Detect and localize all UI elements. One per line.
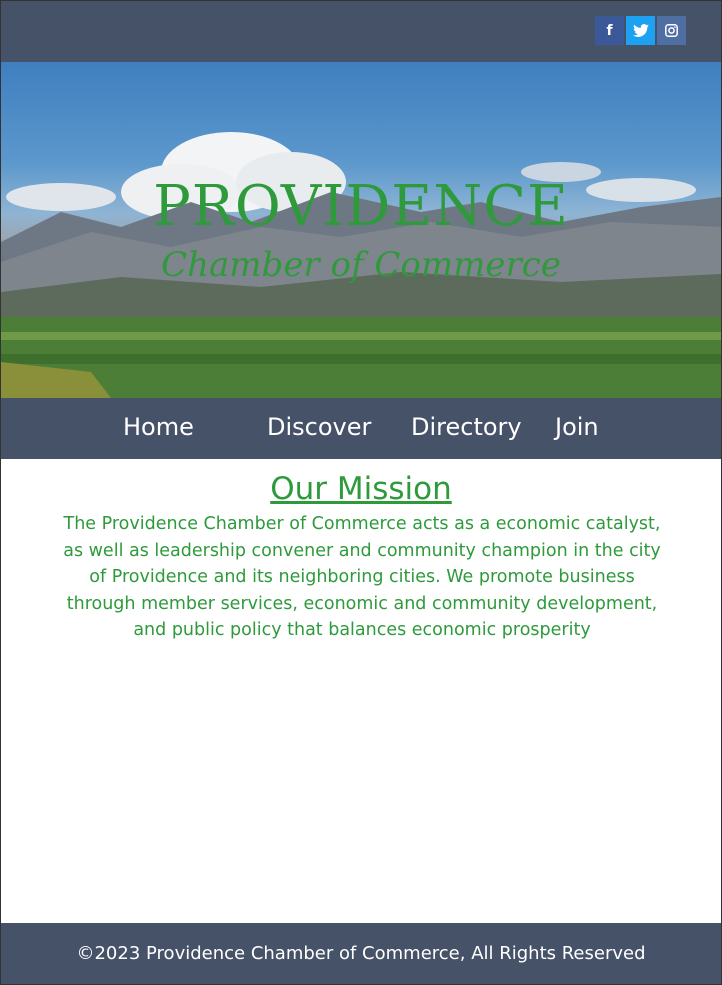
instagram-icon[interactable] bbox=[657, 16, 686, 45]
nav-discover[interactable]: Discover bbox=[267, 413, 371, 441]
social-links: f bbox=[595, 16, 686, 45]
mission-heading: Our Mission bbox=[270, 471, 452, 507]
twitter-icon[interactable] bbox=[626, 16, 655, 45]
nav-join[interactable]: Join bbox=[555, 413, 599, 441]
main-nav: Home Discover Directory Join bbox=[1, 398, 721, 459]
facebook-icon[interactable]: f bbox=[595, 16, 624, 45]
copyright-text: ©2023 Providence Chamber of Commerce, Al… bbox=[76, 943, 646, 964]
brand-subtitle: Chamber of Commerce bbox=[161, 245, 561, 285]
mission-body: The Providence Chamber of Commerce acts … bbox=[63, 514, 661, 640]
nav-directory[interactable]: Directory bbox=[411, 413, 522, 441]
top-bar: f bbox=[1, 1, 721, 62]
nav-home[interactable]: Home bbox=[123, 413, 194, 441]
brand-title: PROVIDENCE bbox=[153, 174, 569, 239]
hero-banner: PROVIDENCE Chamber of Commerce bbox=[1, 62, 721, 398]
twitter-bird-icon bbox=[632, 23, 649, 37]
instagram-camera-icon bbox=[665, 24, 678, 37]
page-frame: f PROVIDENCE Chamber of Commerce Home Di… bbox=[0, 0, 722, 985]
footer: ©2023 Providence Chamber of Commerce, Al… bbox=[1, 923, 721, 984]
